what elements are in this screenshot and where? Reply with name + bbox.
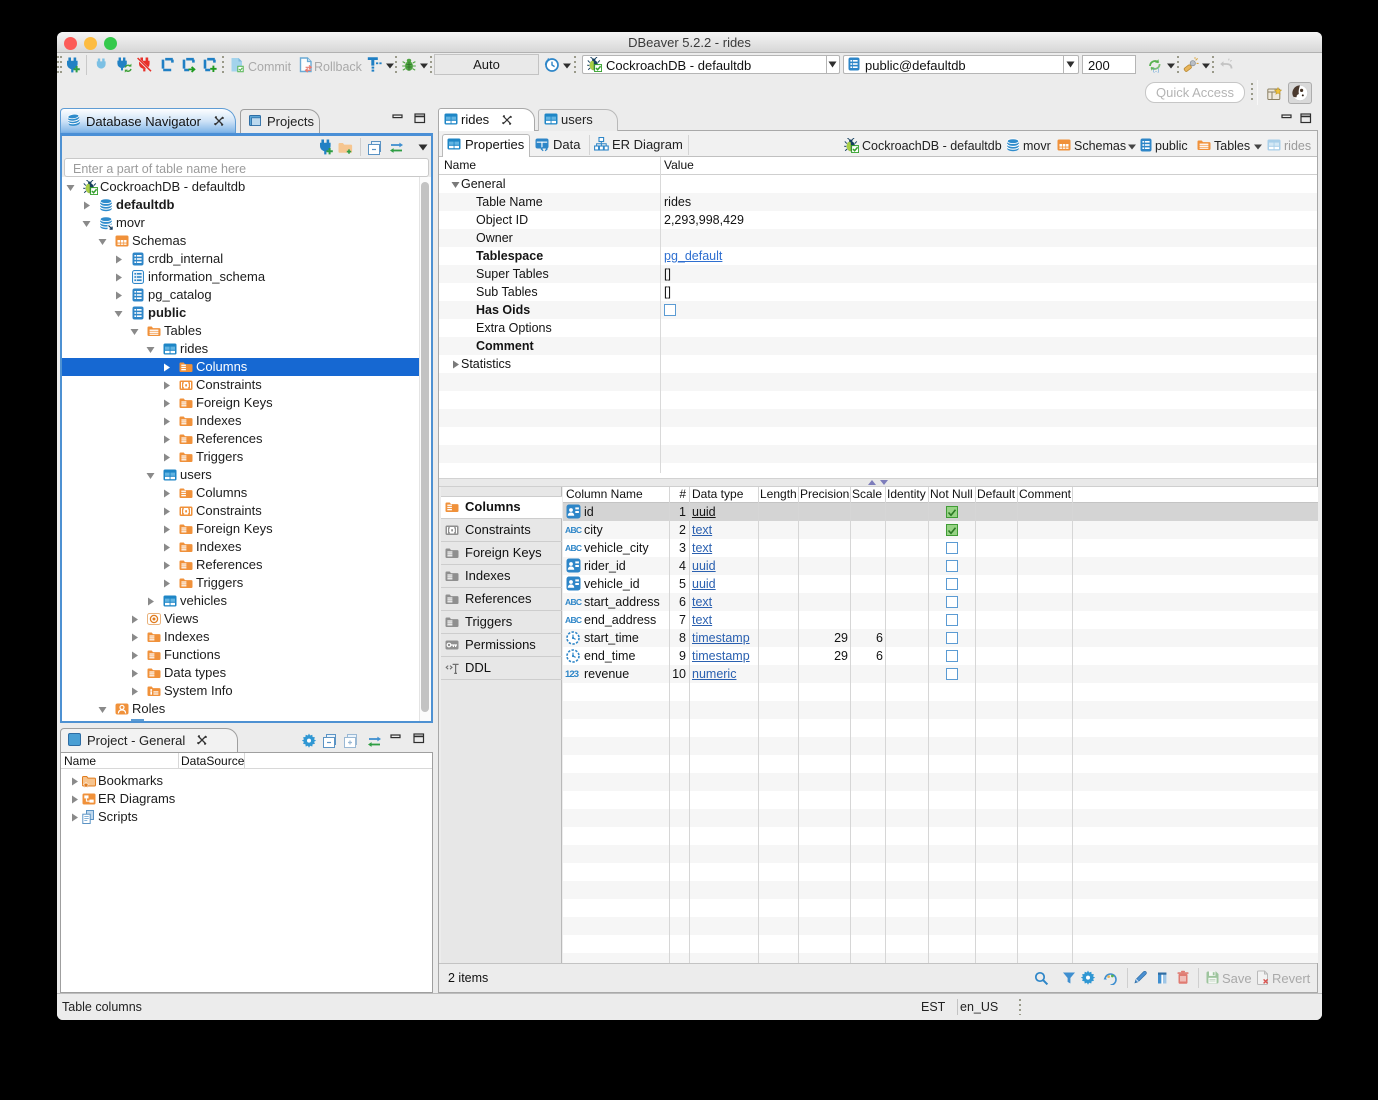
svg-text:(..): (..) [1153, 68, 1159, 73]
